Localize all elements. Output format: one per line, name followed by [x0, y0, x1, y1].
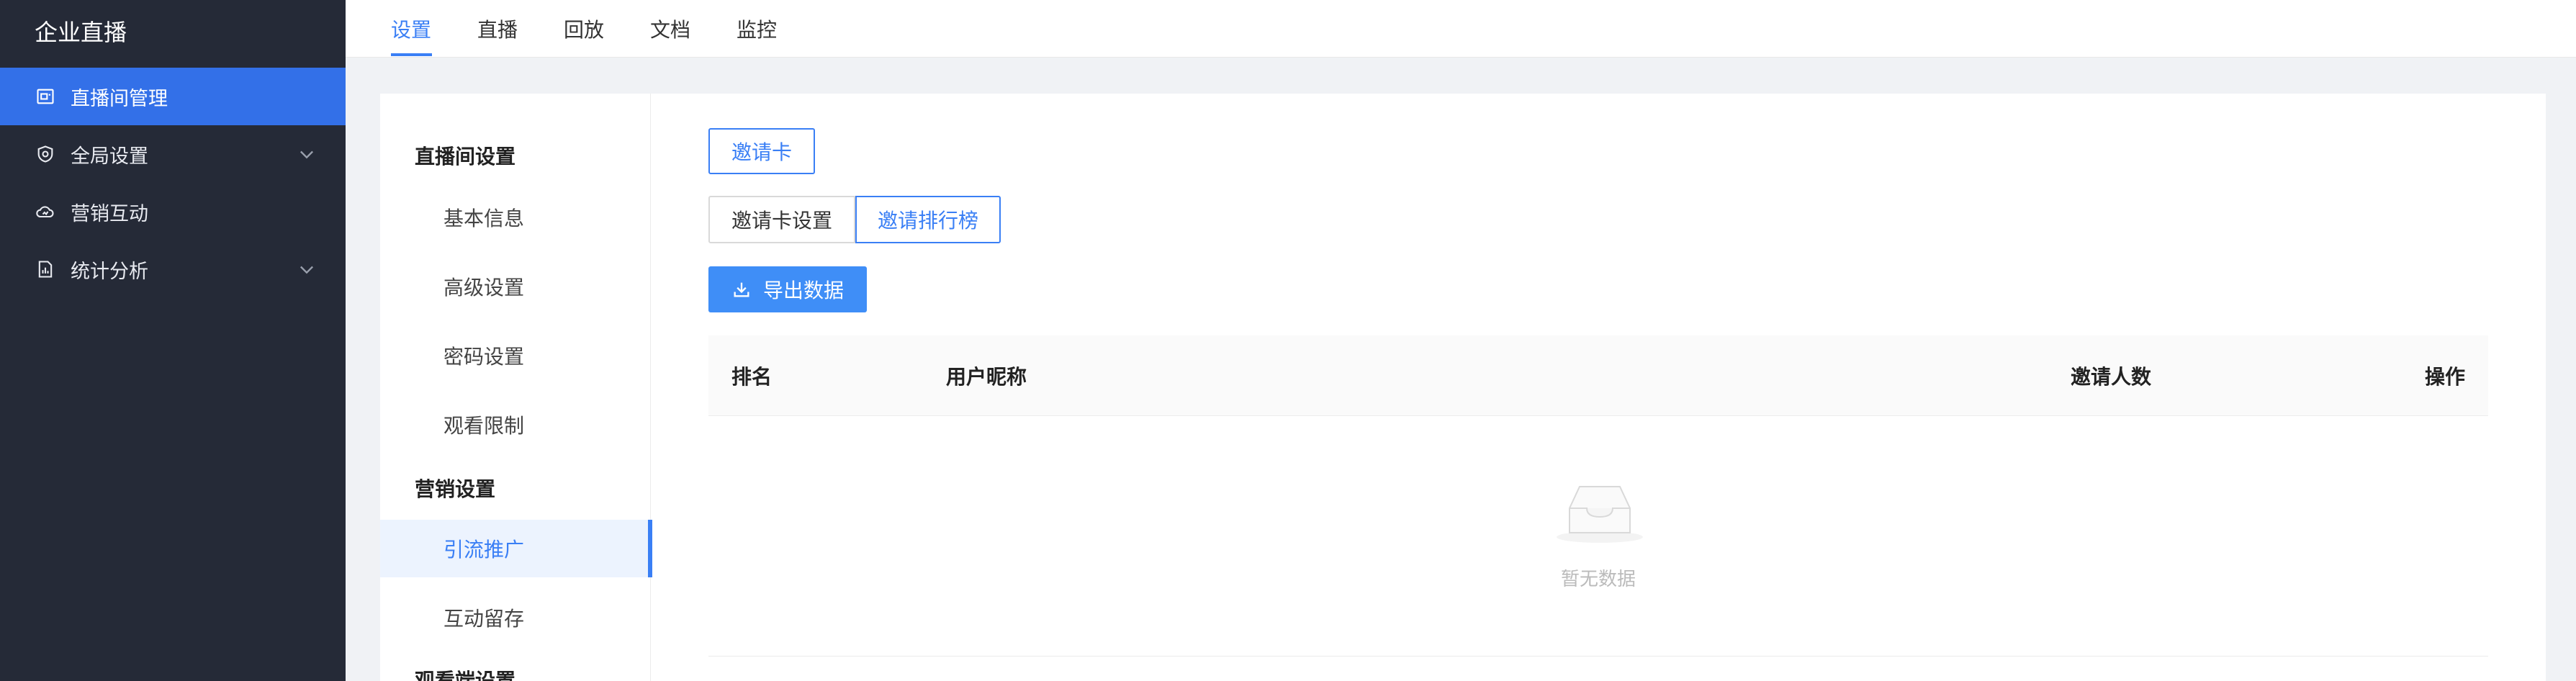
export-data-label: 导出数据 [762, 279, 844, 302]
brand-title: 企业直播 [35, 19, 127, 46]
sidebar-item-room-management[interactable]: 直播间管理 [0, 68, 346, 125]
column-header-rank: 排名 [731, 365, 773, 389]
chevron-down-icon[interactable] [297, 259, 317, 279]
screen-icon [35, 86, 56, 107]
shield-icon [35, 143, 56, 165]
active-tab-indicator [391, 53, 432, 56]
settings-card: 直播间设置 基本信息 高级设置 密码设置 观看限制 营销设置 引流推广 互动留存… [380, 94, 2546, 681]
empty-state: 暂无数据 [708, 416, 2488, 657]
subnav-group-title: 营销设置 [415, 477, 496, 501]
tab-settings[interactable]: 设置 [391, 14, 431, 43]
column-header-actions: 操作 [2425, 365, 2466, 389]
column-header-nickname: 用户昵称 [946, 365, 1027, 389]
download-icon [734, 282, 749, 297]
report-icon [35, 258, 56, 280]
table-header: 排名 用户昵称 邀请人数 操作 [708, 335, 2488, 416]
subnav-item-watch-limit[interactable]: 观看限制 [380, 396, 651, 454]
invite-card-button[interactable]: 邀请卡 [708, 128, 815, 174]
sidebar-item-label: 全局设置 [71, 145, 148, 168]
subnav-group-title: 直播间设置 [415, 145, 516, 168]
segment-control: 邀请卡设置 邀请排行榜 [708, 196, 1001, 243]
tab-live[interactable]: 直播 [477, 14, 518, 43]
content-area: 邀请卡 邀请卡设置 邀请排行榜 导出数据 排名 用户昵称 邀请人数 操作 暂无数… [651, 94, 2546, 681]
subnav-item-interaction-retention[interactable]: 互动留存 [380, 589, 651, 646]
tab-playback[interactable]: 回放 [564, 14, 604, 43]
top-tab-bar: 设置 直播 回放 文档 监控 [346, 0, 2576, 58]
sidebar-item-label: 直播间管理 [71, 87, 168, 110]
sidebar-item-global-settings[interactable]: 全局设置 [0, 125, 346, 183]
settings-subnav: 直播间设置 基本信息 高级设置 密码设置 观看限制 营销设置 引流推广 互动留存… [380, 94, 652, 681]
cloud-icon [35, 201, 56, 222]
segment-invite-ranking[interactable]: 邀请排行榜 [855, 196, 1001, 243]
subnav-item-advanced[interactable]: 高级设置 [380, 258, 651, 315]
subnav-item-basic-info[interactable]: 基本信息 [380, 189, 651, 246]
export-data-button[interactable]: 导出数据 [708, 266, 867, 312]
ranking-table: 排名 用户昵称 邀请人数 操作 暂无数据 [708, 335, 2488, 657]
column-header-invite-count: 邀请人数 [2071, 365, 2152, 389]
empty-inbox-icon [1557, 486, 1643, 543]
tab-monitor[interactable]: 监控 [737, 14, 777, 43]
tab-documents[interactable]: 文档 [650, 14, 690, 43]
empty-state-text: 暂无数据 [1560, 569, 1636, 590]
sidebar-item-statistics[interactable]: 统计分析 [0, 240, 346, 298]
chevron-down-icon[interactable] [297, 144, 317, 164]
segment-invite-card-settings[interactable]: 邀请卡设置 [708, 196, 855, 243]
subnav-item-password[interactable]: 密码设置 [380, 327, 651, 384]
subnav-group-title: 观看端设置 [415, 669, 516, 681]
sidebar-item-label: 统计分析 [71, 260, 148, 283]
sidebar: 企业直播 直播间管理 全局设置 营销互动 统计分析 [0, 0, 346, 681]
subnav-item-traffic-promotion[interactable]: 引流推广 [380, 520, 652, 577]
sidebar-item-label: 营销互动 [71, 202, 148, 225]
sidebar-item-marketing[interactable]: 营销互动 [0, 183, 346, 240]
